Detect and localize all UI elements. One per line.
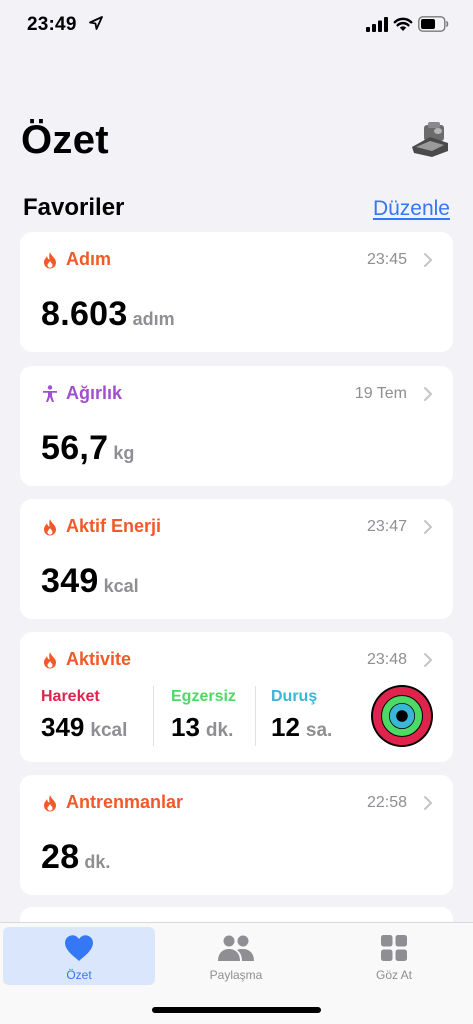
steps-card[interactable]: Adım 23:45 8.603 adım [20, 232, 453, 352]
tab-browse[interactable]: Göz At [318, 927, 470, 985]
flame-icon [44, 651, 56, 668]
home-indicator[interactable] [152, 1007, 321, 1013]
activity-rings-icon [371, 685, 433, 747]
grid-icon [381, 935, 407, 961]
status-bar: 23:49 [0, 0, 473, 50]
card-unit: adım [132, 309, 175, 329]
card-time: 23:47 [366, 518, 407, 535]
stand-unit: sa. [305, 720, 333, 741]
chevron-right-icon [424, 796, 432, 810]
card-label: Aktif Enerji [66, 516, 162, 536]
profile-avatar[interactable] [408, 121, 452, 161]
workouts-card[interactable]: Antrenmanlar 22:58 28 dk. [20, 775, 453, 895]
move-label: Hareket [41, 688, 100, 705]
card-value: 349 [41, 562, 99, 600]
battery-icon [418, 16, 449, 32]
page-title: Özet [21, 118, 109, 162]
activity-card[interactable]: Aktivite 23:48 Hareket 349 kcal Egzersiz… [20, 632, 453, 762]
card-time: 23:48 [366, 651, 407, 668]
card-value: 28 [41, 838, 80, 876]
card-value: 8.603 [41, 295, 128, 333]
tab-label: Paylaşma [209, 968, 263, 982]
heart-icon [65, 935, 93, 961]
favorites-title: Favoriler [23, 194, 125, 221]
chevron-right-icon [424, 653, 432, 667]
move-value: 349 [41, 712, 85, 742]
card-unit: kcal [103, 576, 139, 596]
divider [153, 686, 154, 746]
divider [255, 686, 256, 746]
figure-icon [43, 384, 57, 402]
card-label: Antrenmanlar [66, 792, 184, 812]
chevron-right-icon [424, 387, 432, 401]
flame-icon [44, 251, 56, 268]
edit-button[interactable]: Düzenle [373, 197, 450, 221]
location-arrow-icon [89, 16, 103, 30]
card-label: Adım [66, 249, 111, 269]
tab-label: Özet [66, 968, 92, 982]
chevron-right-icon [424, 520, 432, 534]
stand-value: 12 [271, 712, 300, 742]
card-time: 23:45 [366, 251, 407, 268]
exercise-unit: dk. [205, 720, 234, 741]
move-stat: Hareket 349 kcal [41, 688, 127, 743]
weight-card[interactable]: Ağırlık 19 Tem 56,7 kg [20, 366, 453, 486]
card-label: Aktivite [66, 649, 132, 669]
stand-label: Duruş [271, 688, 318, 705]
card-value: 56,7 [41, 429, 109, 467]
move-unit: kcal [90, 720, 128, 741]
card-time: 22:58 [366, 794, 407, 811]
status-time: 23:49 [27, 14, 77, 35]
card-unit: dk. [84, 852, 111, 872]
wifi-icon [393, 17, 413, 31]
people-icon [218, 935, 254, 961]
flame-icon [44, 794, 56, 811]
tab-sharing[interactable]: Paylaşma [160, 927, 312, 985]
card-time: 19 Tem [354, 385, 407, 402]
flame-icon [44, 518, 56, 535]
chevron-right-icon [424, 253, 432, 267]
active-energy-card[interactable]: Aktif Enerji 23:47 349 kcal [20, 499, 453, 619]
card-unit: kg [113, 443, 135, 463]
stand-stat: Duruş 12 sa. [271, 688, 332, 743]
exercise-stat: Egzersiz 13 dk. [171, 688, 236, 743]
cellular-signal-icon [366, 17, 388, 32]
exercise-value: 13 [171, 712, 200, 742]
tab-summary[interactable]: Özet [3, 927, 155, 985]
exercise-label: Egzersiz [171, 688, 236, 705]
tab-label: Göz At [375, 968, 413, 982]
card-label: Ağırlık [66, 383, 123, 403]
